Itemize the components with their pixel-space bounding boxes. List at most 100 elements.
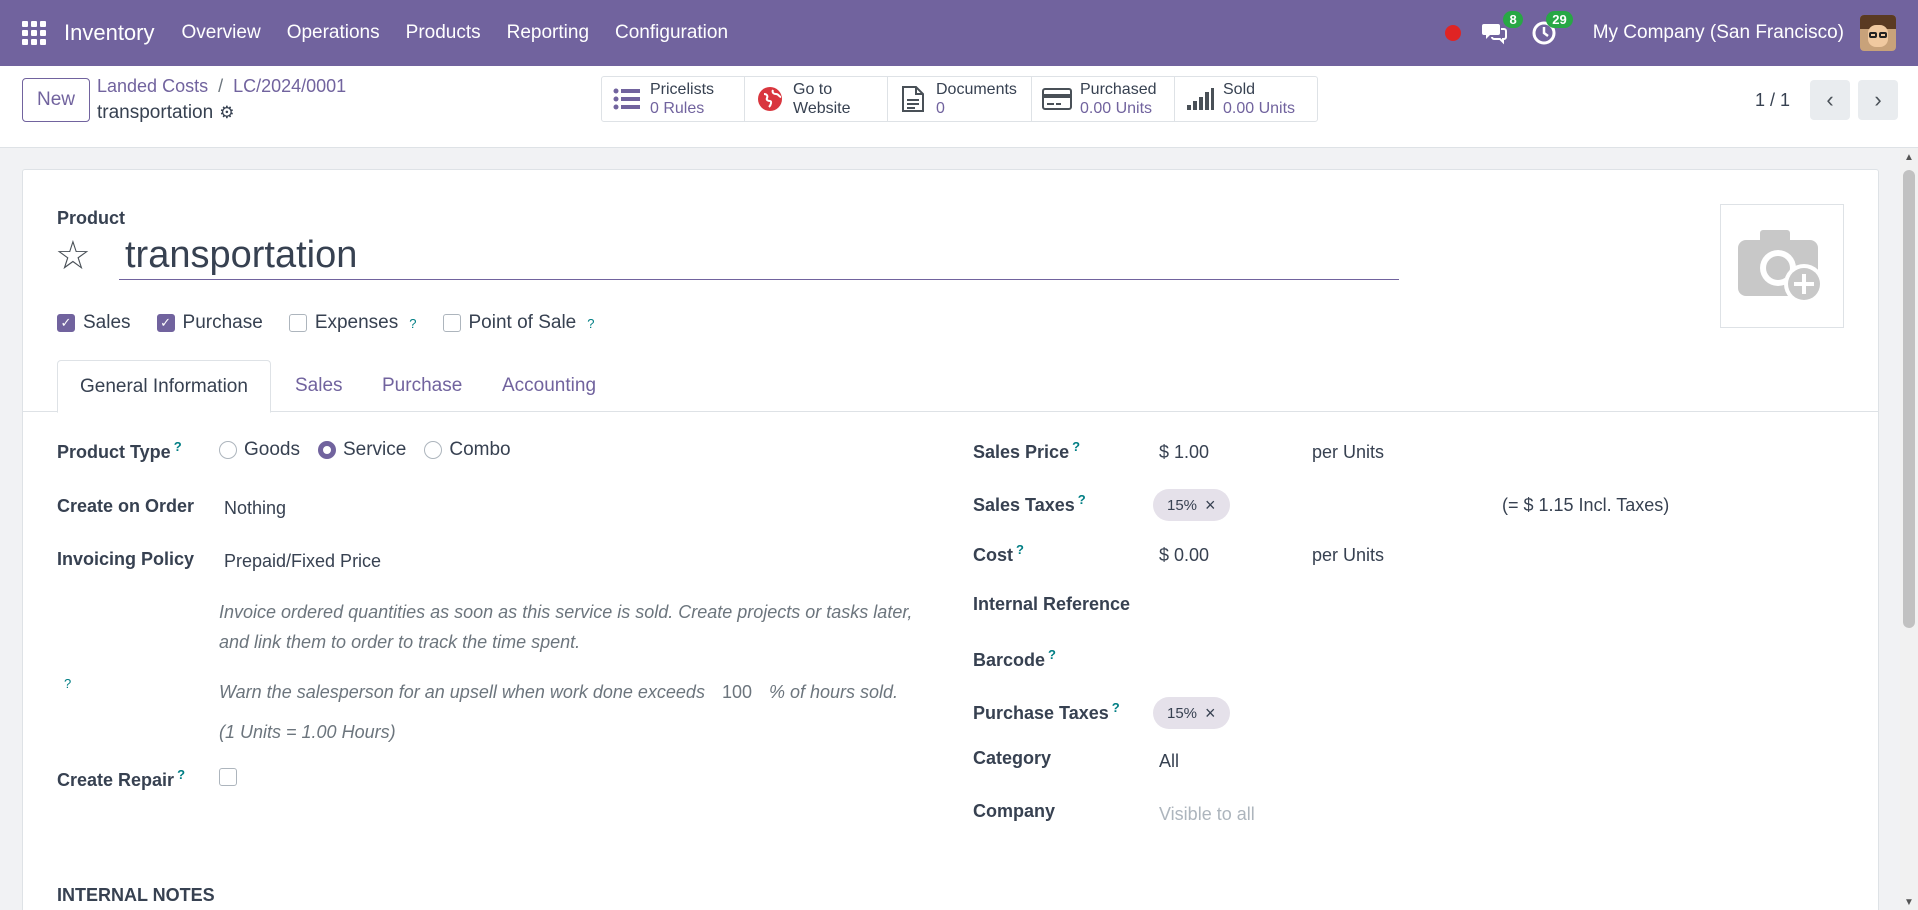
create-repair-checkbox[interactable]	[219, 768, 237, 786]
new-button[interactable]: New	[22, 78, 90, 122]
tab-general-information[interactable]: General Information	[57, 360, 271, 413]
pos-checkbox[interactable]	[442, 314, 461, 332]
form-sheet: Product ☆ transportation ✓ Sales ✓ Purch…	[22, 169, 1879, 910]
help-icon[interactable]: ?	[587, 316, 594, 331]
upsell-threshold-input[interactable]: 100	[710, 677, 764, 708]
purchase-taxes-label: Purchase Taxes?	[973, 700, 1120, 723]
record-title: transportation	[97, 102, 214, 123]
sales-price-unit: per Units	[1312, 442, 1385, 462]
tab-accounting[interactable]: Accounting	[480, 360, 618, 412]
pricelists-button[interactable]: Pricelists 0 Rules	[602, 77, 745, 121]
smart-label: Documents	[936, 81, 1017, 98]
help-icon[interactable]: ?	[1078, 492, 1086, 507]
pos-checkbox-label: Point of Sale	[468, 312, 577, 333]
help-icon[interactable]: ?	[409, 316, 416, 331]
scrollbar-thumb[interactable]	[1903, 170, 1915, 628]
purchase-checkbox[interactable]: ✓	[156, 314, 175, 332]
sales-price-input[interactable]: $ 1.00	[1159, 442, 1209, 463]
scroll-up-icon[interactable]: ▲	[1904, 152, 1914, 163]
smart-value: 0.00 Units	[1223, 100, 1296, 117]
app-name[interactable]: Inventory	[64, 20, 155, 46]
sales-checkbox-item[interactable]: ✓ Sales	[57, 312, 131, 334]
activities-button[interactable]: 29	[1531, 11, 1573, 46]
smart-value: 0 Rules	[650, 100, 705, 117]
barcode-input[interactable]	[1159, 642, 1559, 672]
tab-sales[interactable]: Sales	[273, 360, 365, 412]
smart-value: Website	[793, 100, 851, 117]
category-select[interactable]: All	[1159, 751, 1179, 772]
company-label: Company	[973, 801, 1056, 821]
expenses-checkbox[interactable]	[288, 314, 307, 332]
product-name-input[interactable]: transportation	[119, 234, 1399, 280]
gear-icon[interactable]: ⚙	[219, 103, 234, 123]
smart-buttons: Pricelists 0 Rules Go to Website Documents…	[601, 76, 1318, 122]
document-icon	[898, 85, 928, 113]
product-options: ✓ Sales ✓ Purchase Expenses? Point of Sa…	[57, 312, 594, 334]
product-type-combo[interactable]: Combo	[424, 439, 511, 461]
internal-reference-input[interactable]	[1159, 588, 1559, 618]
smart-label: Sold	[1223, 81, 1256, 98]
favorite-star-icon[interactable]: ☆	[55, 236, 91, 276]
scroll-down-icon[interactable]: ▼	[1904, 897, 1914, 908]
product-type-radio-group: Goods Service Combo	[219, 439, 511, 461]
menu-configuration[interactable]: Configuration	[615, 22, 728, 44]
radio-service[interactable]	[317, 440, 336, 459]
bar-chart-icon	[1185, 85, 1215, 113]
product-type-label: Product Type?	[57, 439, 182, 462]
pager-value[interactable]: 1 / 1	[1755, 90, 1790, 111]
sales-checkbox[interactable]: ✓	[57, 314, 75, 332]
create-on-order-select[interactable]: Nothing	[224, 498, 286, 519]
pager-next-button[interactable]: ›	[1858, 80, 1898, 120]
camera-plus-icon	[1738, 230, 1824, 304]
product-type-service[interactable]: Service	[317, 439, 406, 461]
recording-indicator-icon[interactable]	[1444, 25, 1461, 41]
product-image-upload[interactable]	[1720, 204, 1844, 328]
company-select[interactable]: Visible to all	[1159, 804, 1255, 825]
radio-goods[interactable]	[219, 440, 237, 459]
breadcrumb-lc-record[interactable]: LC/2024/0001	[233, 76, 346, 96]
messages-button[interactable]: 8	[1481, 11, 1523, 46]
remove-tag-icon[interactable]: ×	[1205, 703, 1216, 724]
purchased-button[interactable]: Purchased 0.00 Units	[1032, 77, 1175, 121]
pager-previous-button[interactable]: ‹	[1810, 80, 1850, 120]
sales-tax-tag[interactable]: 15% ×	[1153, 489, 1230, 521]
invoicing-policy-select[interactable]: Prepaid/Fixed Price	[224, 551, 381, 572]
sales-checkbox-label: Sales	[83, 312, 131, 333]
go-to-website-button[interactable]: Go to Website	[745, 77, 888, 121]
purchase-checkbox-item[interactable]: ✓ Purchase	[156, 312, 263, 334]
user-avatar[interactable]	[1860, 15, 1896, 51]
help-icon[interactable]: ?	[177, 767, 185, 782]
help-icon[interactable]: ?	[1048, 647, 1056, 662]
apps-menu-icon[interactable]	[22, 21, 46, 45]
documents-button[interactable]: Documents 0	[888, 77, 1032, 121]
menu-operations[interactable]: Operations	[287, 22, 380, 44]
sold-button[interactable]: Sold 0.00 Units	[1175, 77, 1317, 121]
internal-notes-heading: INTERNAL NOTES	[57, 885, 215, 905]
remove-tag-icon[interactable]: ×	[1205, 495, 1216, 516]
purchase-tax-tag[interactable]: 15% ×	[1153, 697, 1230, 729]
list-icon	[612, 85, 642, 113]
help-icon[interactable]: ?	[1112, 700, 1120, 715]
company-switcher[interactable]: My Company (San Francisco)	[1593, 22, 1844, 44]
activities-count-badge: 29	[1546, 11, 1573, 28]
breadcrumb-landed-costs[interactable]: Landed Costs	[97, 76, 208, 96]
menu-products[interactable]: Products	[406, 22, 481, 44]
pos-checkbox-item[interactable]: Point of Sale?	[442, 312, 594, 334]
page-scrollbar[interactable]: ▲ ▼	[1900, 148, 1918, 910]
product-label: Product	[57, 208, 126, 228]
create-repair-label: Create Repair?	[57, 767, 186, 790]
tab-purchase[interactable]: Purchase	[360, 360, 484, 412]
smart-value: 0	[936, 100, 945, 117]
help-icon[interactable]: ?	[64, 676, 71, 691]
cost-label: Cost?	[973, 542, 1024, 565]
product-type-goods[interactable]: Goods	[219, 439, 300, 461]
radio-combo[interactable]	[424, 440, 443, 459]
menu-reporting[interactable]: Reporting	[507, 22, 589, 44]
help-icon[interactable]: ?	[1072, 439, 1080, 454]
menu-overview[interactable]: Overview	[182, 22, 261, 44]
expenses-checkbox-item[interactable]: Expenses?	[288, 312, 417, 334]
help-icon[interactable]: ?	[174, 439, 182, 454]
chevron-left-icon: ‹	[1826, 87, 1834, 112]
cost-input[interactable]: $ 0.00	[1159, 545, 1209, 566]
help-icon[interactable]: ?	[1016, 542, 1024, 557]
